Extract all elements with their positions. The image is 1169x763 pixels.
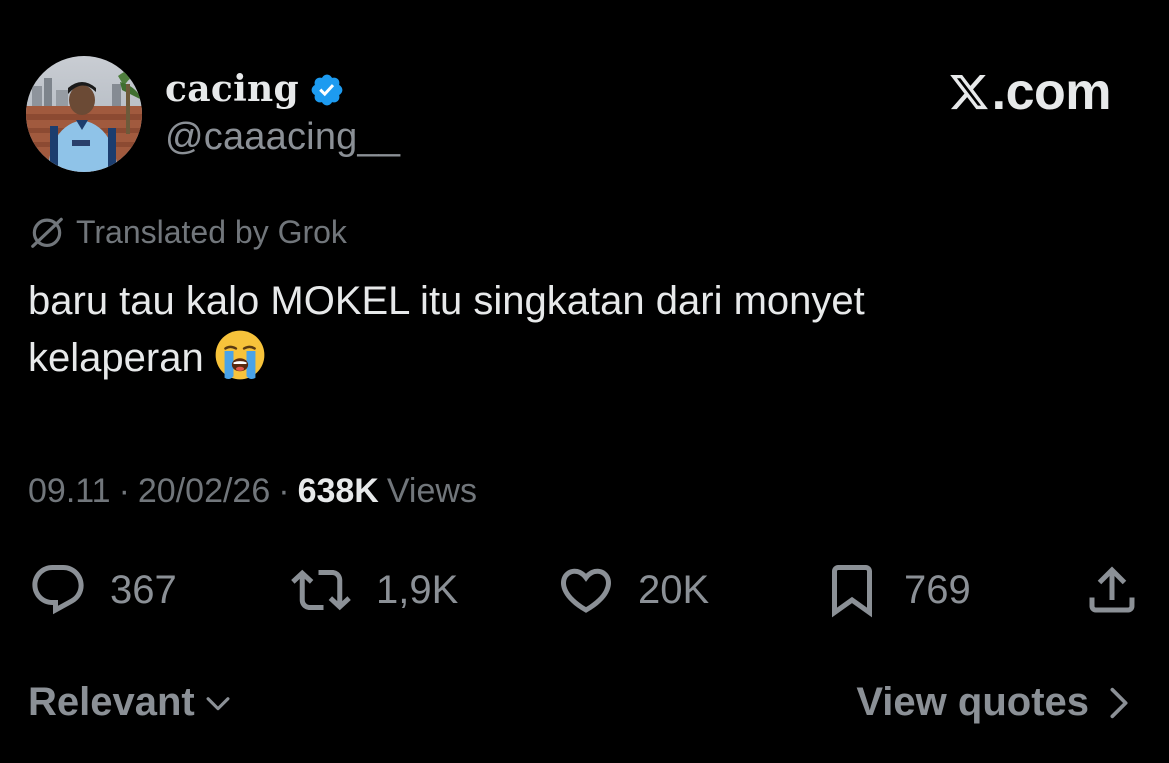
repost-count: 1,9K — [376, 567, 459, 612]
reply-button[interactable]: 367 — [28, 560, 177, 620]
meta-separator: · — [118, 472, 130, 510]
brand-label: .com — [991, 63, 1112, 121]
verified-badge-icon — [311, 74, 343, 106]
meta-separator: · — [278, 472, 290, 510]
repost-button[interactable]: 1,9K — [288, 560, 458, 620]
tweet-text-line-1: baru tau kalo MOKEL itu singkatan dari m… — [28, 279, 865, 323]
tweet-text-line-2: kelaperan — [28, 336, 204, 380]
tweet-body: baru tau kalo MOKEL itu singkatan dari m… — [28, 274, 1128, 386]
loudly-crying-face-emoji-icon — [215, 330, 265, 380]
tweet-card: cacing @caaacing__ .com Translated by Gr… — [0, 0, 1169, 763]
grok-icon — [31, 217, 63, 248]
heart-icon — [560, 568, 612, 613]
view-quotes-label: View quotes — [856, 680, 1089, 724]
display-name[interactable]: cacing — [165, 68, 299, 110]
reply-count: 367 — [110, 567, 177, 612]
repost-icon — [291, 569, 351, 611]
display-name-row: cacing — [165, 68, 345, 110]
x-logo-icon — [949, 74, 988, 110]
user-handle[interactable]: @caaacing__ — [165, 116, 400, 159]
sort-dropdown[interactable]: Relevant — [28, 680, 235, 725]
translation-label: Translated by Grok — [76, 213, 347, 250]
tweet-date[interactable]: 20/02/26 — [138, 472, 270, 511]
translation-notice[interactable]: Translated by Grok — [28, 213, 347, 251]
share-icon — [1089, 566, 1135, 613]
avatar[interactable] — [26, 56, 142, 172]
share-button[interactable] — [1082, 560, 1142, 620]
reply-icon — [32, 565, 84, 615]
views-label: Views — [386, 472, 477, 510]
tweet-actions: 367 1,9K 20K 769 — [0, 560, 1169, 620]
bookmark-icon — [832, 565, 872, 618]
bookmark-button[interactable]: 769 — [822, 560, 971, 620]
like-button[interactable]: 20K — [556, 560, 709, 620]
bookmark-count: 769 — [904, 567, 971, 612]
like-count: 20K — [638, 567, 710, 612]
chevron-right-icon — [1110, 687, 1128, 718]
tweet-time[interactable]: 09.11 — [28, 472, 111, 511]
tweet-meta: 09.11 · 20/02/26 · 638K Views — [28, 472, 477, 511]
chevron-down-icon — [206, 696, 230, 710]
sort-label: Relevant — [28, 680, 195, 724]
tweet-text-line-2-row: kelaperan — [28, 329, 1128, 386]
view-quotes-link[interactable]: View quotes — [856, 680, 1133, 725]
brand-watermark: .com — [948, 62, 1112, 122]
views-count[interactable]: 638K — [298, 472, 379, 511]
